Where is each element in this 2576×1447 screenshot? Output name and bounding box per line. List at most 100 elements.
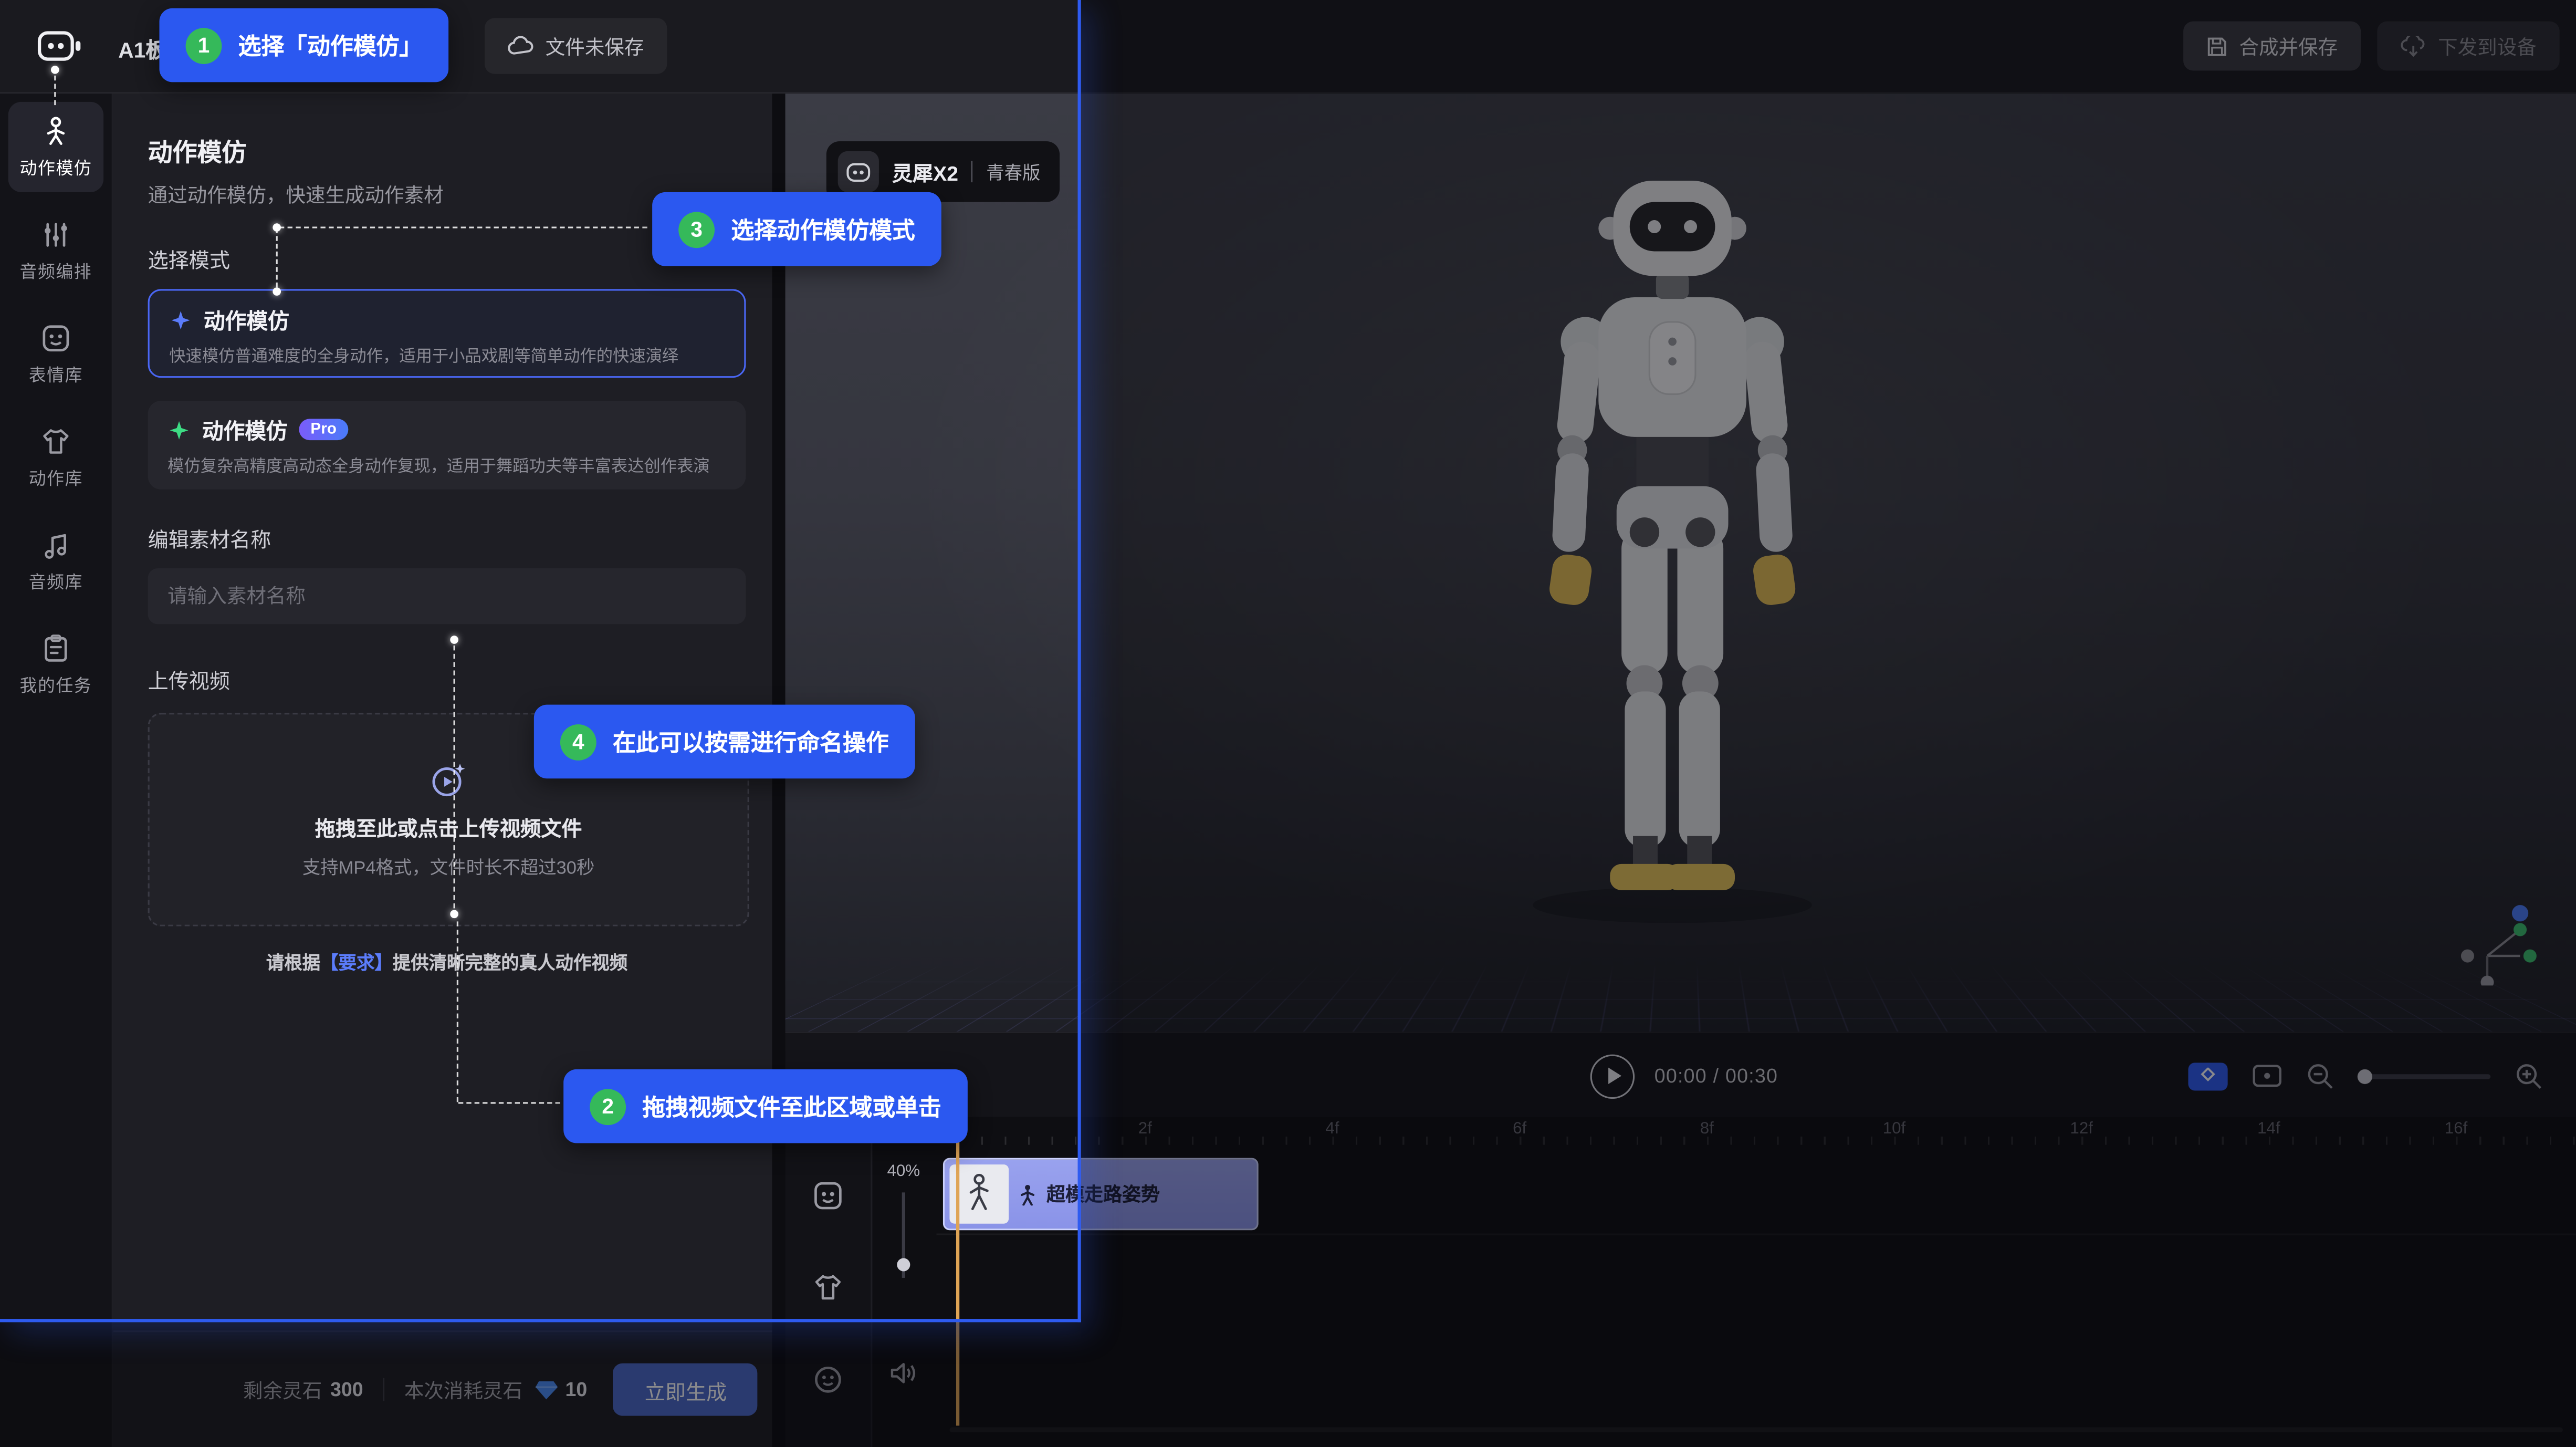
file-status-button[interactable]: 文件未保存 xyxy=(485,18,667,74)
sidebar-item-label: 音频库 xyxy=(29,570,83,595)
play-icon xyxy=(1608,1068,1621,1084)
my-tasks-icon xyxy=(39,632,72,665)
sidebar-item-motion-library[interactable]: 动作库 xyxy=(8,412,103,503)
model-avatar xyxy=(838,151,879,192)
tour-step-text: 选择「动作模仿」 xyxy=(238,29,422,62)
motion-library-icon xyxy=(39,425,72,459)
tour-step-1: 1 选择「动作模仿」 xyxy=(159,8,448,82)
tour-step-text: 拖拽视频文件至此区域或单击 xyxy=(642,1090,941,1123)
sidebar-item-expression-library[interactable]: 表情库 xyxy=(8,309,103,399)
sidebar-item-motion-imitation[interactable]: 动作模仿 xyxy=(8,102,103,192)
tour-connector-line xyxy=(454,646,455,908)
sidebar-item-my-tasks[interactable]: 我的任务 xyxy=(8,619,103,710)
marker-icon[interactable] xyxy=(2253,1064,2282,1087)
app-root: 灵犀X2 青春版 00:00 / 00:30 xyxy=(0,0,2576,1447)
playback-bar: 00:00 / 00:30 xyxy=(786,1032,2576,1120)
playhead[interactable] xyxy=(956,1117,959,1425)
deploy-label: 下发到设备 xyxy=(2438,32,2537,60)
ruler-label: 8f xyxy=(1700,1120,1714,1138)
save-button[interactable]: 合成并保存 xyxy=(2183,22,2361,71)
tour-step-2: 2 拖拽视频文件至此区域或单击 xyxy=(563,1069,968,1143)
zoom-out-icon[interactable] xyxy=(2307,1062,2334,1090)
clip-label: 超模走路姿势 xyxy=(1046,1181,1160,1207)
motion-track-icon[interactable] xyxy=(812,1271,845,1304)
upload-note: 请根据【要求】提供清晰完整的真人动作视频 xyxy=(148,950,746,976)
viewport-3d[interactable]: 灵犀X2 青春版 xyxy=(786,92,2576,1032)
mode-card-pro[interactable]: 动作模仿 Pro 模仿复杂高精度高动态全身动作复现，适用于舞蹈功夫等丰富表达创作… xyxy=(148,401,746,490)
sidebar-item-label: 我的任务 xyxy=(20,673,92,698)
file-status-label: 文件未保存 xyxy=(546,32,644,60)
expression-library-icon xyxy=(39,322,72,355)
time-display: 00:00 / 00:30 xyxy=(1654,1064,1778,1087)
note-suffix: 提供清晰完整的真人动作视频 xyxy=(393,954,627,974)
cloud-icon xyxy=(508,36,534,56)
ruler-label: 2f xyxy=(1138,1120,1152,1138)
tour-connector-line xyxy=(279,227,647,228)
auto-keyframe-button[interactable] xyxy=(2188,1062,2228,1090)
sidebar-item-label: 动作模仿 xyxy=(20,156,92,181)
requirements-link[interactable]: 【要求】 xyxy=(320,954,393,974)
cost-value: 10 xyxy=(566,1378,588,1401)
orientation-gizmo[interactable] xyxy=(2458,900,2543,986)
dropzone-title: 拖拽至此或点击上传视频文件 xyxy=(315,810,582,841)
generate-label: 立即生成 xyxy=(645,1374,727,1405)
ruler-ticks xyxy=(958,1137,2576,1145)
app-logo xyxy=(36,26,82,66)
audio-track-icon[interactable] xyxy=(812,1363,845,1397)
tour-connector-dot xyxy=(273,287,281,296)
motion-track-lane: 超模走路姿势 xyxy=(936,1158,2576,1235)
panel-subtitle: 通过动作模仿，快速生成动作素材 xyxy=(148,181,444,209)
track-type-rail xyxy=(786,1117,873,1447)
remaining-value: 300 xyxy=(330,1378,363,1401)
mode-desc: 模仿复杂高精度高动态全身动作复现，适用于舞蹈功夫等丰富表达创作表演 xyxy=(167,452,726,476)
pro-badge: Pro xyxy=(299,419,348,440)
save-icon xyxy=(2206,35,2228,57)
timeline-ruler[interactable]: 2f 4f 6f 8f 10f 12f 14f 16f xyxy=(936,1117,2576,1146)
generate-button[interactable]: 立即生成 xyxy=(613,1363,758,1416)
play-button[interactable] xyxy=(1590,1054,1635,1098)
track-zoom-slider[interactable] xyxy=(902,1192,905,1278)
mode-name: 动作模仿 xyxy=(204,304,289,335)
audio-arrange-icon xyxy=(39,218,72,252)
upload-section-label: 上传视频 xyxy=(148,663,230,694)
tour-step-number: 4 xyxy=(560,724,596,760)
ruler-label: 14f xyxy=(2257,1120,2280,1138)
gem-icon xyxy=(534,1379,559,1400)
speaker-icon[interactable] xyxy=(889,1360,918,1386)
tour-connector-line xyxy=(458,1102,560,1104)
timeline-zoom-knob[interactable] xyxy=(2358,1068,2372,1083)
zoom-in-icon[interactable] xyxy=(2515,1062,2543,1090)
timeline: 40% 2f 4f 6f 8f 10f 12f 14f 16f xyxy=(786,1117,2576,1447)
sidebar-item-audio-arrange[interactable]: 音频编排 xyxy=(8,205,103,296)
model-edition: 青春版 xyxy=(986,159,1040,185)
motion-imitation-icon xyxy=(39,115,72,148)
track-zoom-value: 40% xyxy=(871,1163,936,1181)
chip-divider xyxy=(971,161,973,182)
track-zoom-knob[interactable] xyxy=(897,1258,910,1271)
mode-desc: 快速模仿普通难度的全身动作，适用于小品戏剧等简单动作的快速演绎 xyxy=(169,341,725,366)
timeline-clip[interactable]: 超模走路姿势 xyxy=(943,1158,1259,1231)
model-name: 灵犀X2 xyxy=(892,156,958,187)
robot-model xyxy=(1426,158,1919,930)
tour-connector-line xyxy=(54,76,56,105)
clip-motion-icon xyxy=(1019,1183,1036,1205)
ruler-label: 12f xyxy=(2070,1120,2093,1138)
deploy-button[interactable]: 下发到设备 xyxy=(2377,22,2559,71)
panel-title: 动作模仿 xyxy=(148,134,247,169)
ruler-label: 4f xyxy=(1325,1120,1339,1138)
track-height-rail: 40% xyxy=(871,1117,936,1447)
timeline-zoom-slider[interactable] xyxy=(2359,1074,2490,1078)
tour-connector-line xyxy=(276,228,278,288)
tour-connector-dot xyxy=(51,66,59,74)
tour-step-text: 选择动作模仿模式 xyxy=(731,213,915,246)
material-name-input[interactable] xyxy=(148,568,746,624)
sidebar-item-audio-library[interactable]: 音频库 xyxy=(8,516,103,606)
cloud-download-icon xyxy=(2400,35,2426,57)
ruler-label: 6f xyxy=(1513,1120,1526,1138)
mode-card-standard[interactable]: 动作模仿 快速模仿普通难度的全身动作，适用于小品戏剧等简单动作的快速演绎 xyxy=(148,289,746,378)
sparkle-icon xyxy=(167,418,191,441)
mode-name: 动作模仿 xyxy=(202,414,288,445)
sidebar-item-label: 表情库 xyxy=(29,363,83,388)
expression-track-icon[interactable] xyxy=(812,1179,845,1212)
timeline-scrollbar[interactable] xyxy=(949,1428,2562,1432)
